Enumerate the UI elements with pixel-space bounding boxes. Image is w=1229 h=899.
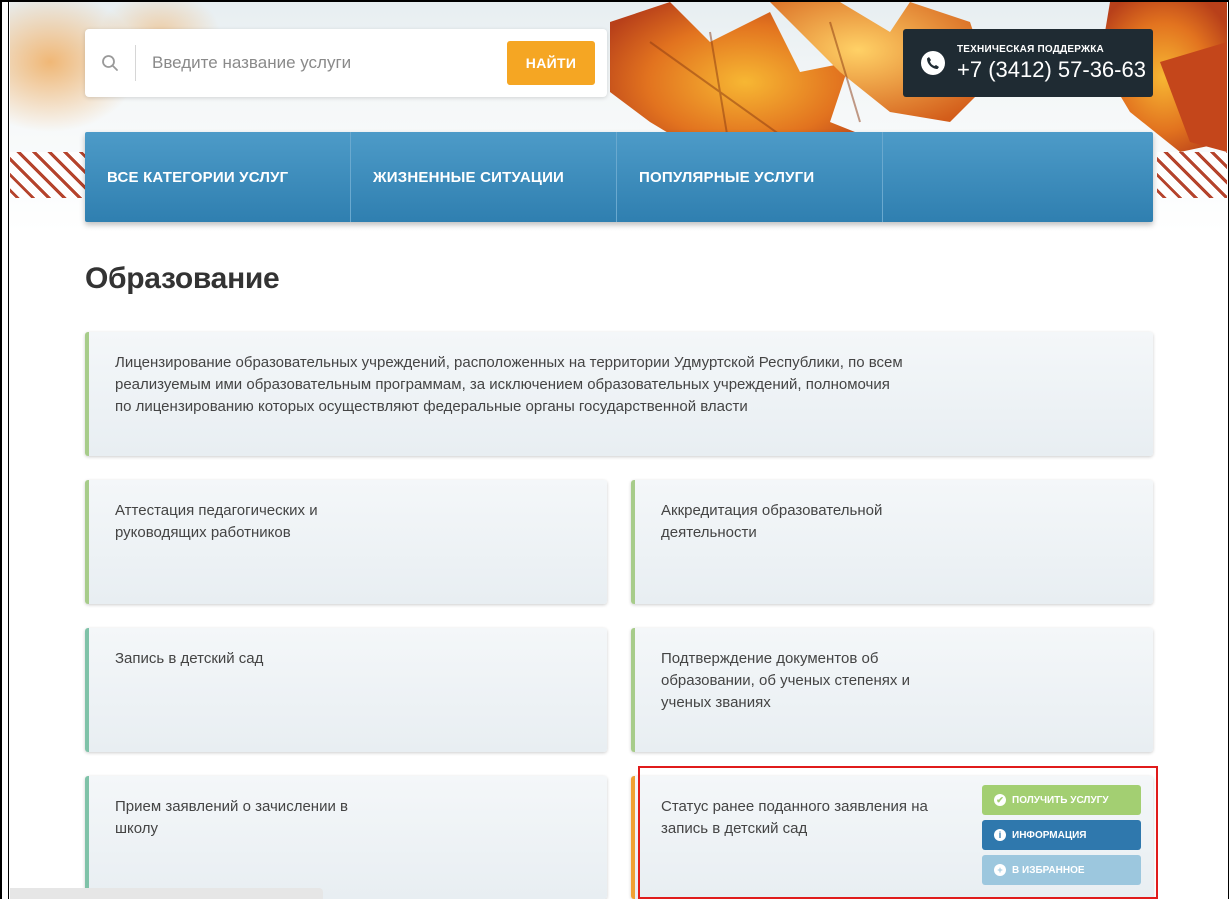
phone-icon [921,51,945,75]
main-nav: ВСЕ КАТЕГОРИИ УСЛУГ ЖИЗНЕННЫЕ СИТУАЦИИ П… [85,132,1153,222]
horizontal-scrollbar[interactable] [10,888,323,899]
window-frame-inner [8,0,9,899]
service-card-text: Лицензирование образовательных учреждени… [115,354,903,415]
service-card-text: Аттестация педагогических и руководящих … [115,502,318,541]
service-card-licensing[interactable]: Лицензирование образовательных учреждени… [85,332,1153,456]
ornament-right [1157,152,1227,198]
search-box: НАЙТИ [85,29,607,97]
nav-item-empty [883,132,1153,222]
service-card-text: Аккредитация образовательной деятельност… [661,502,883,541]
service-card-kindergarten-enrollment[interactable]: Запись в детский сад [85,628,607,752]
service-card-school-enrollment[interactable]: Прием заявлений о зачислении в школу [85,776,607,899]
search-icon [85,54,135,72]
support-phone[interactable]: +7 (3412) 57-36-63 [957,57,1146,83]
service-card-text: Подтверждение документов об образовании,… [661,650,910,711]
nav-item-life-situations[interactable]: ЖИЗНЕННЫЕ СИТУАЦИИ [351,132,617,222]
highlight-box [638,766,1158,899]
service-card-text: Прием заявлений о зачислении в школу [115,798,348,837]
page-title: Образование [85,262,280,295]
service-card-document-confirmation[interactable]: Подтверждение документов об образовании,… [631,628,1153,752]
nav-item-popular-services[interactable]: ПОПУЛЯРНЫЕ УСЛУГИ [617,132,883,222]
service-card-accreditation[interactable]: Аккредитация образовательной деятельност… [631,480,1153,604]
ornament-left [10,152,90,198]
support-panel: ТЕХНИЧЕСКАЯ ПОДДЕРЖКА +7 (3412) 57-36-63 [903,29,1153,97]
support-label: ТЕХНИЧЕСКАЯ ПОДДЕРЖКА [957,43,1104,55]
service-card-text: Запись в детский сад [115,650,264,667]
service-card-attestation[interactable]: Аттестация педагогических и руководящих … [85,480,607,604]
search-button[interactable]: НАЙТИ [507,41,595,85]
search-input[interactable] [136,53,507,73]
nav-item-all-categories[interactable]: ВСЕ КАТЕГОРИИ УСЛУГ [85,132,351,222]
